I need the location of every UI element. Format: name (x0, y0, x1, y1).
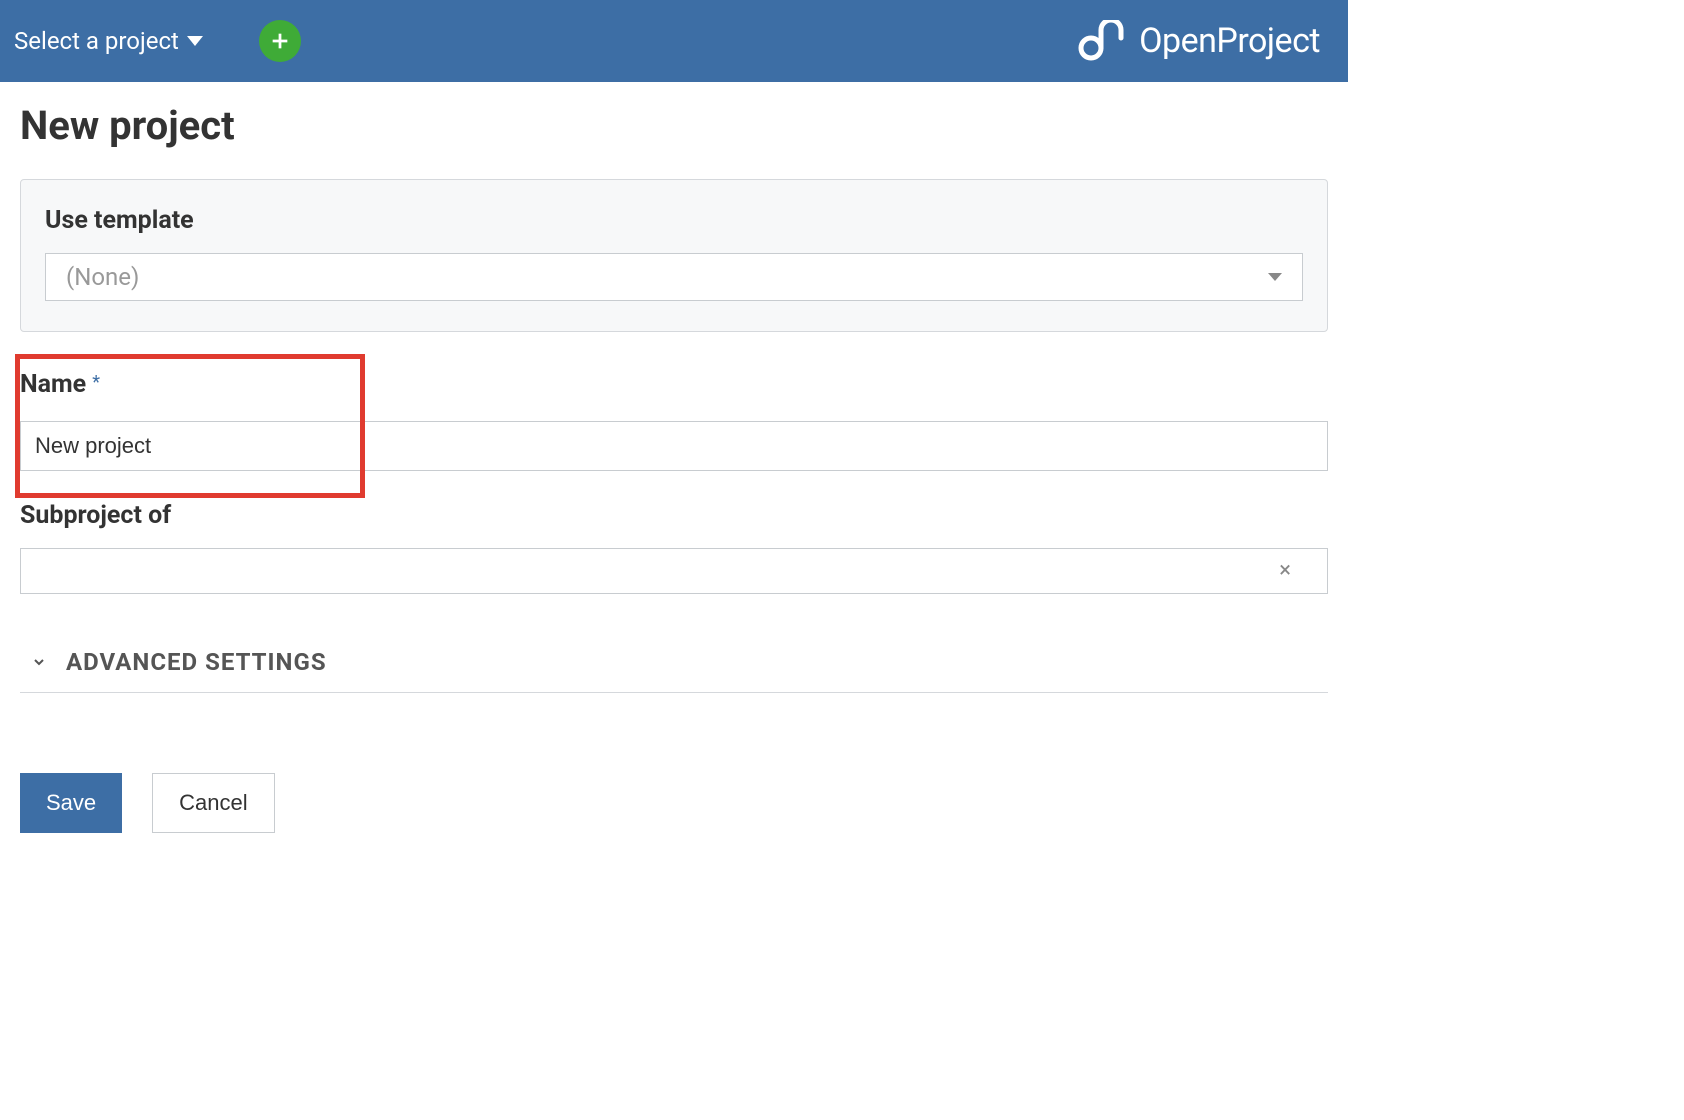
name-section: Name * (20, 354, 1328, 471)
subproject-select[interactable]: × (20, 548, 1328, 594)
openproject-logo-icon (1077, 20, 1127, 62)
logo-text: OpenProject (1139, 21, 1320, 61)
name-label-row: Name * (20, 354, 1328, 399)
plus-icon (269, 30, 291, 52)
template-select[interactable]: (None) (45, 253, 1303, 301)
subproject-label: Subproject of (20, 501, 1328, 530)
cancel-button[interactable]: Cancel (152, 773, 274, 833)
name-input[interactable] (20, 421, 1328, 471)
page-title: New project (20, 102, 1328, 149)
caret-down-icon (187, 36, 203, 46)
advanced-settings-label: ADVANCED SETTINGS (66, 648, 327, 676)
main-content: New project Use template (None) Name * S… (0, 82, 1348, 873)
advanced-settings-toggle[interactable]: ADVANCED SETTINGS (20, 634, 1328, 693)
project-selector-label: Select a project (14, 27, 179, 55)
button-row: Save Cancel (20, 773, 1328, 833)
name-label: Name (20, 370, 86, 399)
required-star-icon: * (92, 372, 100, 393)
template-label: Use template (45, 206, 1303, 235)
save-button[interactable]: Save (20, 773, 122, 833)
template-select-value: (None) (66, 263, 139, 291)
caret-down-icon (1268, 273, 1282, 281)
project-selector-dropdown[interactable]: Select a project (14, 27, 203, 55)
top-bar: Select a project OpenProject (0, 0, 1348, 82)
subproject-section: Subproject of × (20, 501, 1328, 594)
add-button[interactable] (259, 20, 301, 62)
chevron-down-icon (30, 653, 48, 671)
clear-icon[interactable]: × (1279, 560, 1291, 582)
template-section: Use template (None) (20, 179, 1328, 332)
top-bar-left: Select a project (14, 20, 301, 62)
logo: OpenProject (1077, 20, 1320, 62)
